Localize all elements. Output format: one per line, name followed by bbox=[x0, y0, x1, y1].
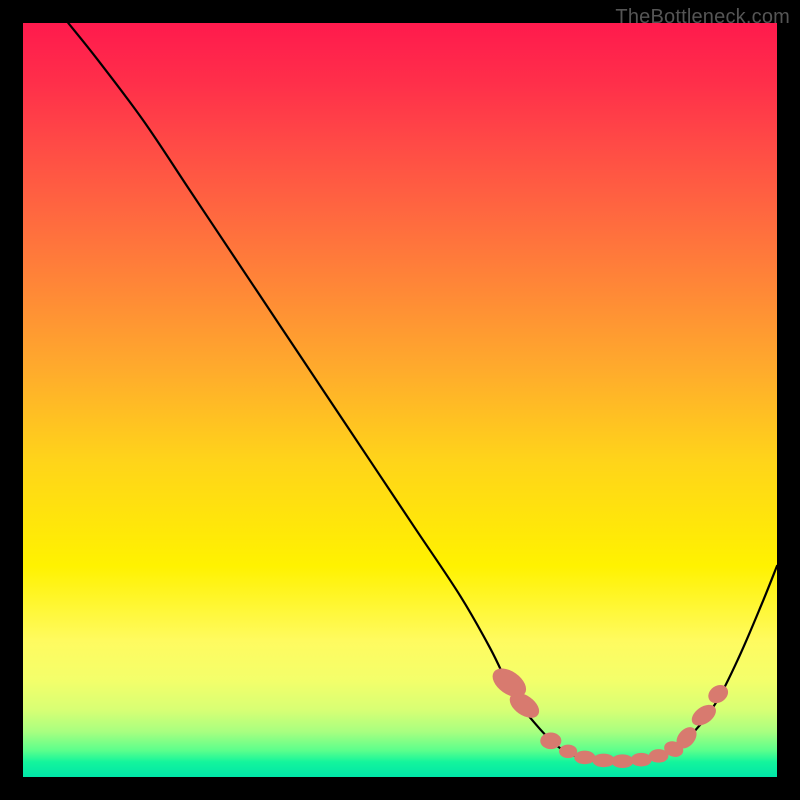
curve-marker bbox=[611, 754, 634, 768]
curve-marker bbox=[631, 753, 652, 767]
curve-marker bbox=[540, 733, 561, 750]
curve-marker bbox=[705, 681, 732, 707]
chart-frame: TheBottleneck.com bbox=[0, 0, 800, 800]
plot-area bbox=[23, 23, 777, 777]
bottleneck-curve bbox=[68, 23, 777, 762]
watermark-label: TheBottleneck.com bbox=[615, 6, 790, 29]
curve-marker bbox=[574, 751, 595, 765]
plot-svg bbox=[23, 23, 777, 777]
curve-markers bbox=[487, 663, 731, 768]
